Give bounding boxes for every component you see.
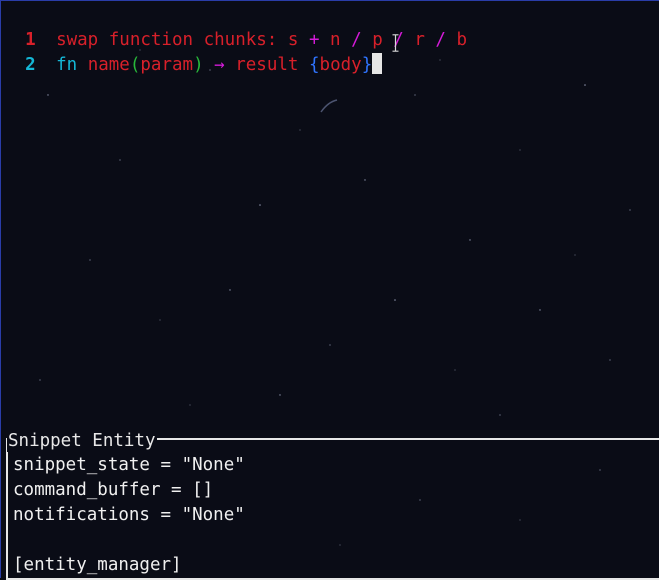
operator-slash: / <box>435 30 446 50</box>
function-name: name <box>77 55 130 75</box>
keyword-fn: fn <box>56 55 78 75</box>
panel-title: Snippet Entity <box>7 430 157 452</box>
paren-open: ( <box>129 55 141 75</box>
panel-row-entity-manager: [entity_manager] <box>13 555 182 575</box>
panel-row-snippet-state: snippet_state = "None" <box>13 455 245 475</box>
block-cursor-icon <box>372 53 383 74</box>
text-segment: b <box>445 30 468 50</box>
editor-line-2[interactable]: 2 fn name(param) → result {body} <box>4 28 383 75</box>
brace-close: } <box>361 55 373 75</box>
body-name: body <box>319 55 362 75</box>
panel-row-notifications: notifications = "None" <box>13 505 245 525</box>
param-name: param <box>140 55 194 75</box>
brace-open: { <box>309 55 320 75</box>
text-segment: r <box>403 30 436 50</box>
panel-row-command-buffer: command_buffer = [] <box>13 480 214 500</box>
result-name: result <box>235 55 309 75</box>
arrow-operator: → <box>203 55 236 75</box>
line-number: 2 <box>25 55 36 75</box>
paren-close: ) <box>193 55 204 75</box>
editor-line-1[interactable]: 1 swap function chunks: s + n / p / r / b <box>4 3 467 50</box>
text-ibeam-icon <box>392 34 399 52</box>
